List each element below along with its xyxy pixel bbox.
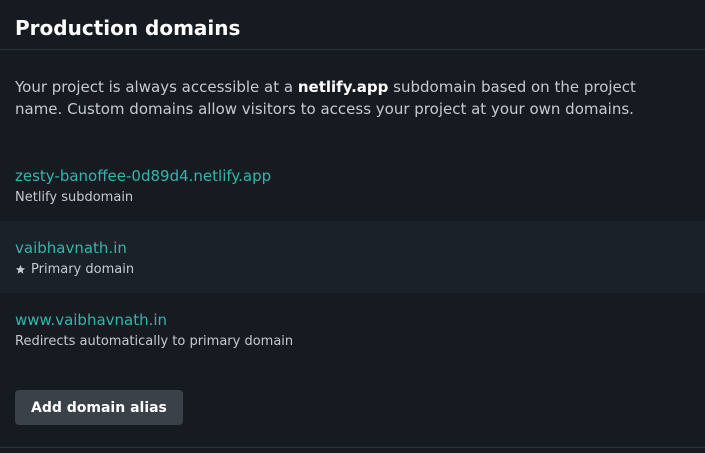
domain-link[interactable]: zesty-banoffee-0d89d4.netlify.app xyxy=(15,165,271,187)
domain-item-netlify-subdomain: zesty-banoffee-0d89d4.netlify.app Netlif… xyxy=(0,149,705,221)
production-domains-card: Production domains Your project is alway… xyxy=(0,0,705,453)
domain-note: Netlify subdomain xyxy=(15,190,690,205)
add-domain-alias-button[interactable]: Add domain alias xyxy=(15,390,183,425)
star-icon xyxy=(15,264,26,275)
domain-item-primary: vaibhavnath.in Primary domain xyxy=(0,221,705,293)
section-header: Production domains xyxy=(0,0,705,50)
domain-item-www-redirect: www.vaibhavnath.in Redirects automatical… xyxy=(0,293,705,365)
domain-note-text: Netlify subdomain xyxy=(15,190,134,205)
actions-bar: Add domain alias xyxy=(0,390,705,425)
domain-list: zesty-banoffee-0d89d4.netlify.app Netlif… xyxy=(0,149,705,365)
domain-note-text: Primary domain xyxy=(31,262,135,277)
domain-note-text: Redirects automatically to primary domai… xyxy=(15,334,294,349)
section-description: Your project is always accessible at a n… xyxy=(0,76,680,120)
domain-link[interactable]: vaibhavnath.in xyxy=(15,237,127,259)
footer-divider xyxy=(0,447,705,448)
domain-link[interactable]: www.vaibhavnath.in xyxy=(15,309,167,331)
description-text-before: Your project is always accessible at a xyxy=(15,78,298,96)
description-strong: netlify.app xyxy=(297,78,389,96)
domain-note: Primary domain xyxy=(15,262,690,277)
section-title: Production domains xyxy=(15,15,241,40)
domain-note: Redirects automatically to primary domai… xyxy=(15,334,690,349)
